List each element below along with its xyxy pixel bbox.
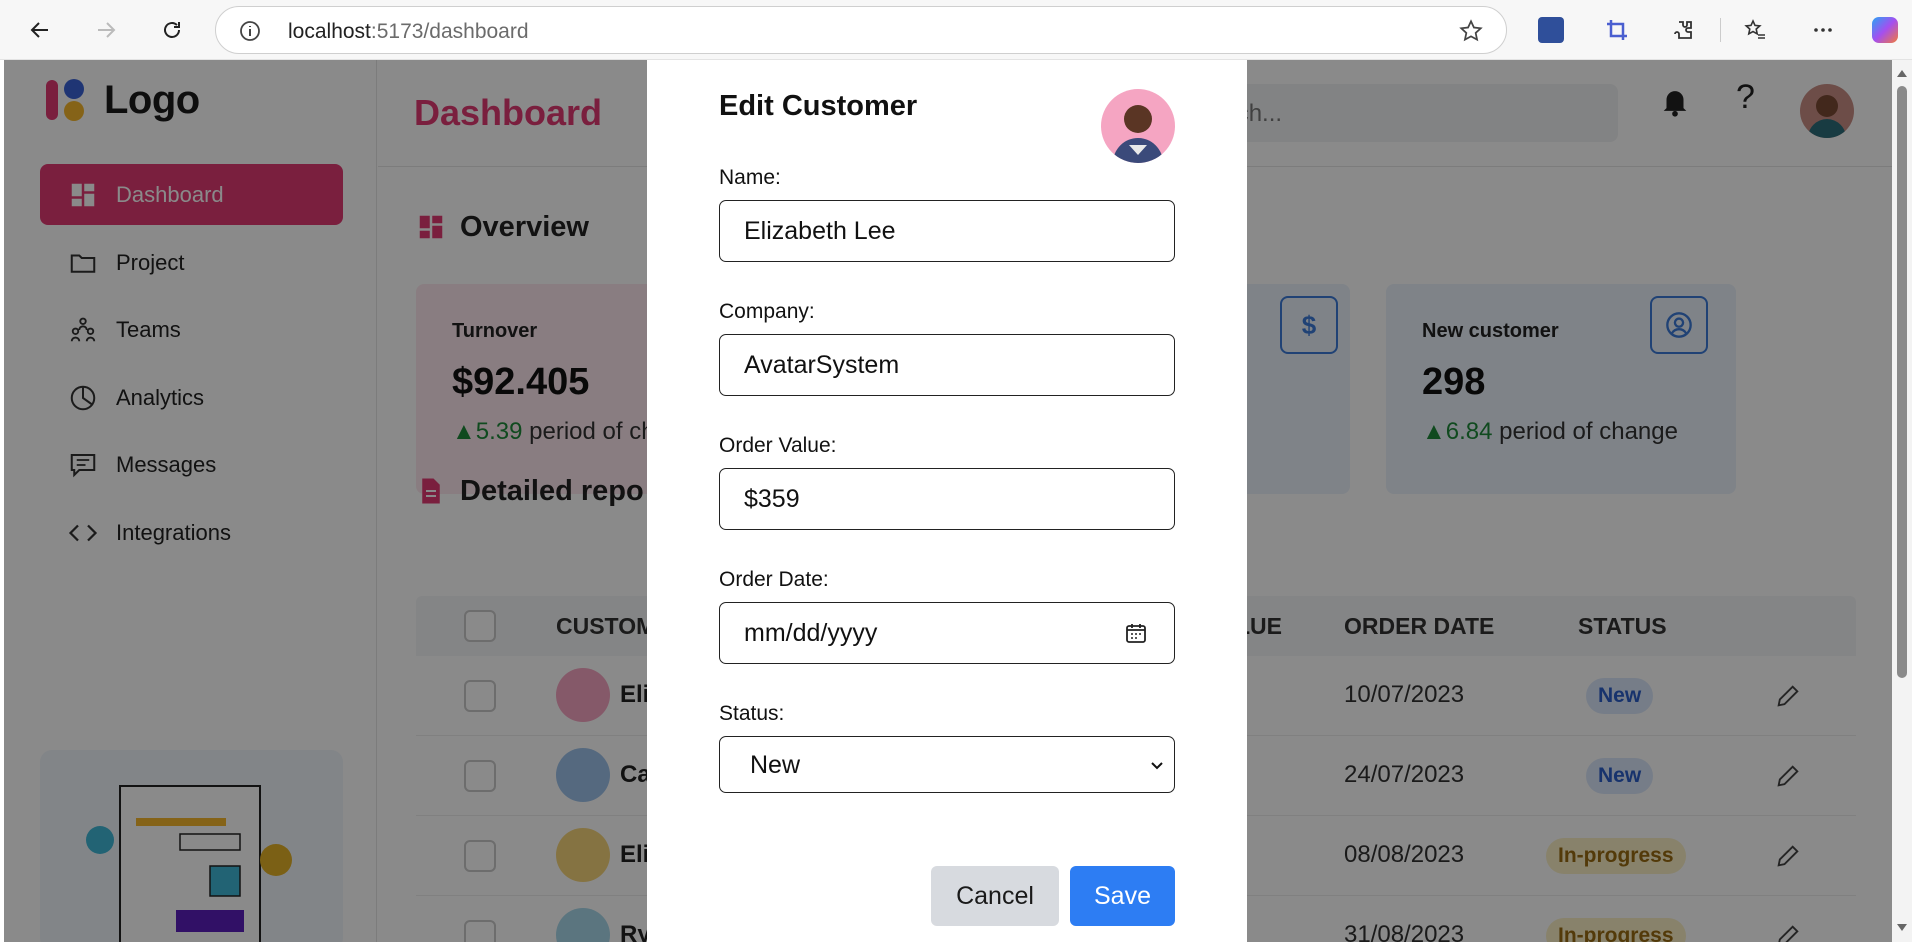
reload-button[interactable]: [152, 10, 192, 50]
company-label: Company:: [719, 300, 815, 323]
modal-title: Edit Customer: [719, 90, 918, 122]
page-scrollbar[interactable]: [1892, 60, 1912, 942]
favorites-icon[interactable]: [1740, 15, 1770, 45]
order-date-field[interactable]: mm/dd/yyyy: [719, 602, 1175, 664]
address-bar[interactable]: localhost:5173/dashboard: [215, 6, 1507, 54]
order-date-placeholder: mm/dd/yyyy: [744, 619, 878, 647]
star-list-icon: [1744, 19, 1765, 39]
scroll-down-arrow-icon[interactable]: [1897, 924, 1907, 931]
order-date-label: Order Date:: [719, 568, 829, 591]
order-value-field[interactable]: $359: [719, 468, 1175, 530]
company-field[interactable]: AvatarSystem: [719, 334, 1175, 396]
status-value: New: [750, 751, 801, 779]
crop-extension-icon[interactable]: [1602, 15, 1632, 45]
reload-icon: [164, 22, 180, 38]
crop-icon: [1607, 20, 1627, 40]
favorite-star-icon[interactable]: [1458, 18, 1484, 44]
status-label: Status:: [719, 702, 785, 725]
copilot-icon[interactable]: [1870, 15, 1900, 45]
name-label: Name:: [719, 166, 781, 189]
arrow-right-icon: [98, 22, 116, 38]
calendar-icon[interactable]: [1124, 621, 1148, 645]
arrow-left-icon: [30, 22, 48, 38]
back-button[interactable]: [20, 10, 60, 50]
forward-button[interactable]: [86, 10, 126, 50]
translate-extension-icon[interactable]: [1536, 15, 1566, 45]
avatar-image: [1113, 105, 1163, 163]
url-text[interactable]: localhost:5173/dashboard: [288, 20, 529, 44]
ellipsis-icon: [1814, 28, 1832, 32]
order-value-value: $359: [744, 485, 800, 513]
company-value: AvatarSystem: [744, 351, 900, 379]
info-icon[interactable]: [238, 19, 262, 43]
edit-customer-modal: Edit Customer Name: Elizabeth Lee Compan…: [647, 60, 1247, 942]
order-value-label: Order Value:: [719, 434, 837, 457]
customer-avatar: [1101, 89, 1175, 163]
scrollbar-thumb[interactable]: [1897, 86, 1907, 678]
url-path: :5173/dashboard: [370, 20, 529, 43]
name-value: Elizabeth Lee: [744, 217, 896, 245]
save-button[interactable]: Save: [1070, 866, 1175, 926]
toolbar-separator: [1720, 18, 1721, 42]
chevron-down-icon: [1151, 762, 1163, 770]
extensions-icon[interactable]: [1668, 15, 1698, 45]
status-select[interactable]: New: [719, 736, 1175, 793]
cancel-button[interactable]: Cancel: [931, 866, 1059, 926]
scroll-up-arrow-icon[interactable]: [1897, 70, 1907, 77]
name-field[interactable]: Elizabeth Lee: [719, 200, 1175, 262]
url-host: localhost: [288, 20, 371, 43]
puzzle-icon: [1674, 21, 1692, 39]
more-menu-icon[interactable]: [1808, 15, 1838, 45]
browser-toolbar: localhost:5173/dashboard: [0, 0, 1912, 60]
